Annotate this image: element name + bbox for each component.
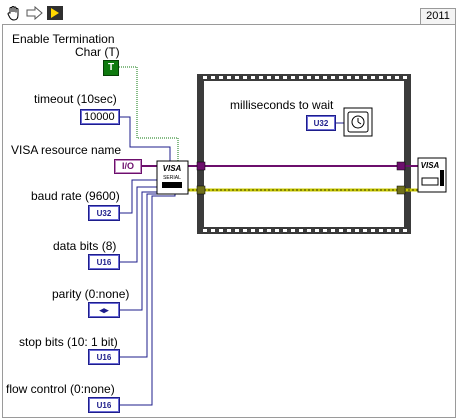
- visa-tunnel-left[interactable]: [196, 161, 206, 171]
- loop-perforation: [291, 229, 295, 232]
- error-tunnel-right[interactable]: [396, 185, 406, 195]
- data-bits-control[interactable]: U16: [88, 254, 120, 270]
- loop-perforation: [371, 76, 375, 79]
- data-bits-label: data bits (8): [53, 239, 117, 253]
- loop-perforation: [387, 76, 391, 79]
- visa-close-top-text: VISA: [421, 161, 440, 170]
- flow-control-type: U16: [96, 400, 112, 410]
- error-tunnel-left[interactable]: [196, 185, 206, 195]
- stopbits-wire: [119, 192, 169, 358]
- visa-close-bar: [440, 170, 444, 186]
- loop-perforation: [387, 229, 391, 232]
- loop-perforation: [203, 229, 207, 232]
- flow-control-control[interactable]: U16: [88, 397, 120, 413]
- loop-perforation: [243, 76, 247, 79]
- termination-wire: [117, 66, 179, 165]
- wiring-layer: VISA SERIAL VISA: [117, 66, 447, 406]
- enable-termination-label-1: Enable Termination: [12, 32, 115, 46]
- visa-config-bottom-text: SERIAL: [163, 175, 181, 181]
- loop-perforation: [219, 76, 223, 79]
- loop-perforation: [235, 76, 239, 79]
- parity-control[interactable]: ◂▸: [88, 302, 120, 318]
- loop-perforation: [371, 229, 375, 232]
- loop-perforation: [203, 76, 207, 79]
- data-bits-type: U16: [96, 257, 112, 267]
- loop-perforation: [363, 76, 367, 79]
- loop-perforation: [315, 229, 319, 232]
- loop-perforation: [251, 229, 255, 232]
- baud-rate-control[interactable]: U32: [88, 205, 120, 221]
- parity-ring-icon: ◂▸: [99, 304, 109, 315]
- loop-perforation: [267, 229, 271, 232]
- loop-perforation: [259, 76, 263, 79]
- enable-termination-constant[interactable]: T: [103, 60, 119, 76]
- loop-perforation: [395, 76, 399, 79]
- loop-perforation: [379, 229, 383, 232]
- baud-rate-type: U32: [96, 208, 112, 218]
- baud-rate-label: baud rate (9600): [31, 189, 120, 203]
- timeout-label: timeout (10sec): [34, 92, 117, 106]
- loop-perforation: [291, 76, 295, 79]
- loop-perforation: [227, 229, 231, 232]
- loop-perforation: [267, 76, 271, 79]
- timeout-control[interactable]: 10000: [80, 109, 120, 125]
- visa-resource-label: VISA resource name: [11, 143, 122, 157]
- serial-port-icon: [162, 182, 182, 188]
- loop-perforation: [347, 76, 351, 79]
- loop-perforation: [355, 76, 359, 79]
- loop-perforation: [331, 76, 335, 79]
- loop-perforation: [347, 229, 351, 232]
- visa-config-top-text: VISA: [163, 164, 182, 173]
- stop-bits-control[interactable]: U16: [88, 349, 120, 365]
- loop-perforation: [323, 229, 327, 232]
- loop-perforation: [363, 229, 367, 232]
- flow-control-label: flow control (0:none): [6, 382, 115, 396]
- loop-perforation: [339, 76, 343, 79]
- loop-perforation: [243, 229, 247, 232]
- loop-perforation: [403, 76, 407, 79]
- loop-perforation: [211, 76, 215, 79]
- loop-perforation: [219, 229, 223, 232]
- timeout-wire: [119, 116, 171, 165]
- loop-perforation: [323, 76, 327, 79]
- parity-label: parity (0:none): [52, 287, 130, 301]
- loop-perforation: [259, 229, 263, 232]
- visa-resource-control[interactable]: I/O: [114, 159, 142, 174]
- visa-tunnel-right[interactable]: [396, 161, 406, 171]
- loop-perforation: [235, 229, 239, 232]
- loop-perforation: [211, 229, 215, 232]
- loop-perforation: [275, 76, 279, 79]
- loop-perforation: [395, 229, 399, 232]
- stop-bits-label: stop bits (10: 1 bit): [19, 335, 118, 349]
- enable-termination-label-2: Char (T): [75, 45, 120, 59]
- loop-perforation: [275, 229, 279, 232]
- ms-wait-type: U32: [313, 118, 329, 128]
- loop-perforation: [379, 76, 383, 79]
- stop-bits-type: U16: [96, 352, 112, 362]
- loop-perforation: [355, 229, 359, 232]
- loop-perforation: [283, 76, 287, 79]
- timeout-value: 10000: [84, 111, 115, 123]
- loop-perforation: [403, 229, 407, 232]
- loop-perforation: [307, 229, 311, 232]
- loop-perforation: [307, 76, 311, 79]
- ms-wait-label: milliseconds to wait: [230, 98, 334, 112]
- loop-perforation: [283, 229, 287, 232]
- ms-wait-control[interactable]: U32: [306, 115, 336, 131]
- loop-perforation: [339, 229, 343, 232]
- loop-perforation: [315, 76, 319, 79]
- loop-perforation: [227, 76, 231, 79]
- loop-perforation: [251, 76, 255, 79]
- loop-perforation: [299, 76, 303, 79]
- loop-perforation: [331, 229, 335, 232]
- loop-perforation: [299, 229, 303, 232]
